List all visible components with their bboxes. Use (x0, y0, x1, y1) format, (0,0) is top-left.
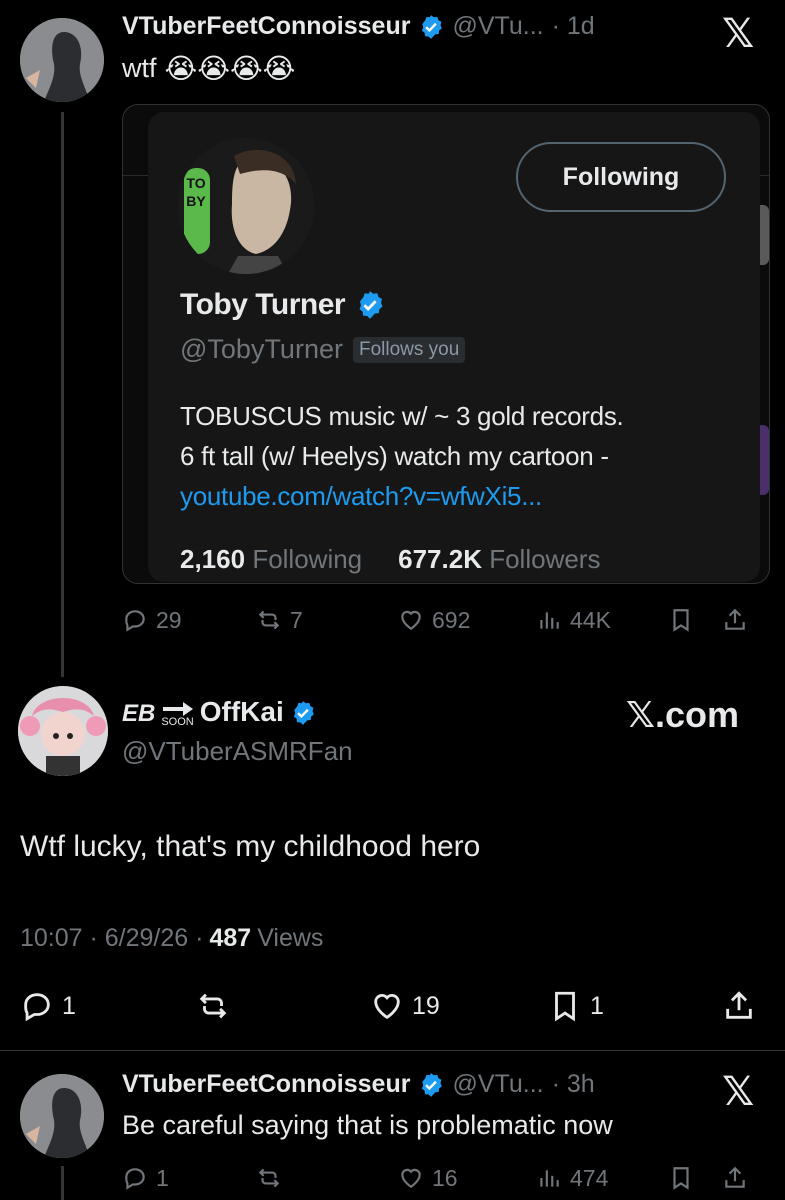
arrow-right-icon (162, 702, 193, 716)
following-stat[interactable]: 2,160 Following (180, 544, 362, 575)
share-button[interactable] (722, 607, 748, 633)
like-button[interactable]: 692 (398, 607, 470, 634)
author-name[interactable]: VTuberFeetConnoisseur (122, 12, 410, 41)
following-button[interactable]: Following (516, 142, 726, 212)
bookmark-button[interactable] (668, 1165, 694, 1191)
reply-count: 29 (156, 606, 182, 633)
arrow-soon: SOON (161, 701, 194, 728)
share-icon (725, 1166, 745, 1188)
bookmark-icon (555, 991, 575, 1022)
reply-button[interactable]: 29 (122, 607, 182, 634)
followers-label: Followers (489, 544, 601, 574)
views-count: 487 (209, 924, 252, 952)
timestamp[interactable]: · 3h (552, 1070, 595, 1099)
followers-count: 677.2K (398, 544, 482, 574)
views-count: 44K (570, 606, 611, 633)
reply-button[interactable]: 1 (122, 1165, 169, 1192)
reply-button[interactable]: 1 (20, 989, 76, 1023)
views-count: 474 (570, 1164, 609, 1191)
retweet-icon (258, 1168, 280, 1188)
retweet-icon (199, 993, 227, 1019)
views-button[interactable]: 474 (536, 1165, 608, 1192)
share-icon (725, 608, 745, 630)
retweet-icon (258, 610, 280, 630)
author-handle[interactable]: @VTuberASMRFan (122, 736, 353, 767)
following-count: 2,160 (180, 544, 246, 574)
profile-name[interactable]: Toby Turner (180, 288, 346, 322)
bookmark-button[interactable] (668, 607, 694, 633)
follows-you-badge: Follows you (352, 336, 466, 363)
share-button[interactable] (722, 989, 756, 1023)
author-name[interactable]: VTuberFeetConnoisseur (122, 1070, 410, 1099)
silhouette-icon (20, 18, 104, 102)
divider (0, 1050, 785, 1051)
profile-hover-card[interactable]: TOBY Following Toby Turner @TobyTurner F… (148, 112, 760, 582)
crying-emoji-icons: 😭😭😭😭 (164, 53, 296, 84)
bookmark-icon (673, 1167, 689, 1190)
verified-badge-icon (422, 14, 443, 39)
verified-badge-icon (359, 291, 383, 319)
avatar[interactable] (20, 18, 104, 102)
like-button[interactable]: 19 (370, 989, 440, 1023)
reply-icon (125, 610, 145, 632)
retweet-button[interactable]: 7 (256, 607, 303, 634)
like-count: 692 (432, 606, 471, 633)
reply-count: 1 (156, 1164, 169, 1191)
author-handle[interactable]: @VTu... (452, 1070, 543, 1099)
views-button[interactable]: 44K (536, 607, 611, 634)
avatar[interactable] (18, 686, 108, 776)
silhouette-icon (20, 1074, 104, 1158)
heart-icon (401, 610, 421, 630)
verified-badge-icon (293, 701, 314, 725)
reply-icon (125, 1168, 145, 1190)
retweet-count: 7 (290, 606, 303, 633)
profile-avatar[interactable]: TOBY (178, 138, 314, 274)
thread-line (61, 112, 64, 677)
avatar-text: TOBY (186, 175, 206, 209)
bookmark-button[interactable]: 1 (548, 989, 604, 1023)
author-name-prefix[interactable]: EB (122, 700, 155, 728)
tweet-text: Be careful saying that is problematic no… (122, 1110, 613, 1140)
bio-link[interactable]: youtube.com/watch?v=wfwXi5... (180, 476, 623, 516)
thread-line (61, 1166, 64, 1200)
views-chart-icon (540, 612, 559, 629)
retweet-button[interactable] (256, 1165, 290, 1191)
bookmark-icon (673, 609, 689, 632)
share-button[interactable] (722, 1165, 748, 1191)
bookmark-count: 1 (590, 991, 604, 1020)
heart-icon (401, 1168, 421, 1188)
heart-icon (374, 994, 400, 1020)
like-count: 19 (412, 991, 440, 1020)
retweet-button[interactable] (196, 989, 238, 1023)
avatar[interactable] (20, 1074, 104, 1158)
bio-line: TOBUSCUS music w/ ~ 3 gold records. (180, 401, 624, 431)
reply-count: 1 (62, 991, 76, 1020)
soon-label: SOON (161, 716, 194, 728)
reply-icon (24, 993, 50, 1022)
tweet-timestamp[interactable]: 10:07 · 6/29/26 · (20, 924, 203, 953)
verified-badge-icon (422, 1072, 443, 1097)
followers-stat[interactable]: 677.2K Followers (398, 544, 600, 575)
anime-avatar-icon (18, 686, 108, 776)
brand-watermark: 𝕏.com (626, 694, 740, 735)
following-label: Following (252, 544, 363, 574)
x-logo-icon[interactable]: 𝕏 (722, 14, 754, 54)
tweet-text: Wtf lucky, that's my childhood hero (20, 830, 481, 863)
author-name-suffix[interactable]: OffKai (200, 696, 284, 728)
bio-line: 6 ft tall (w/ Heelys) watch my cartoon - (180, 441, 609, 471)
like-count: 16 (432, 1164, 458, 1191)
profile-handle[interactable]: @TobyTurner (180, 334, 343, 365)
author-handle[interactable]: @VTu... (452, 12, 543, 41)
tweet-text: wtf (122, 53, 157, 83)
share-icon (726, 991, 752, 1019)
like-button[interactable]: 16 (398, 1165, 458, 1192)
views-label: Views (257, 924, 324, 952)
timestamp[interactable]: · 1d (552, 12, 595, 41)
x-logo-icon[interactable]: 𝕏 (722, 1072, 754, 1112)
views-chart-icon (540, 1170, 559, 1187)
